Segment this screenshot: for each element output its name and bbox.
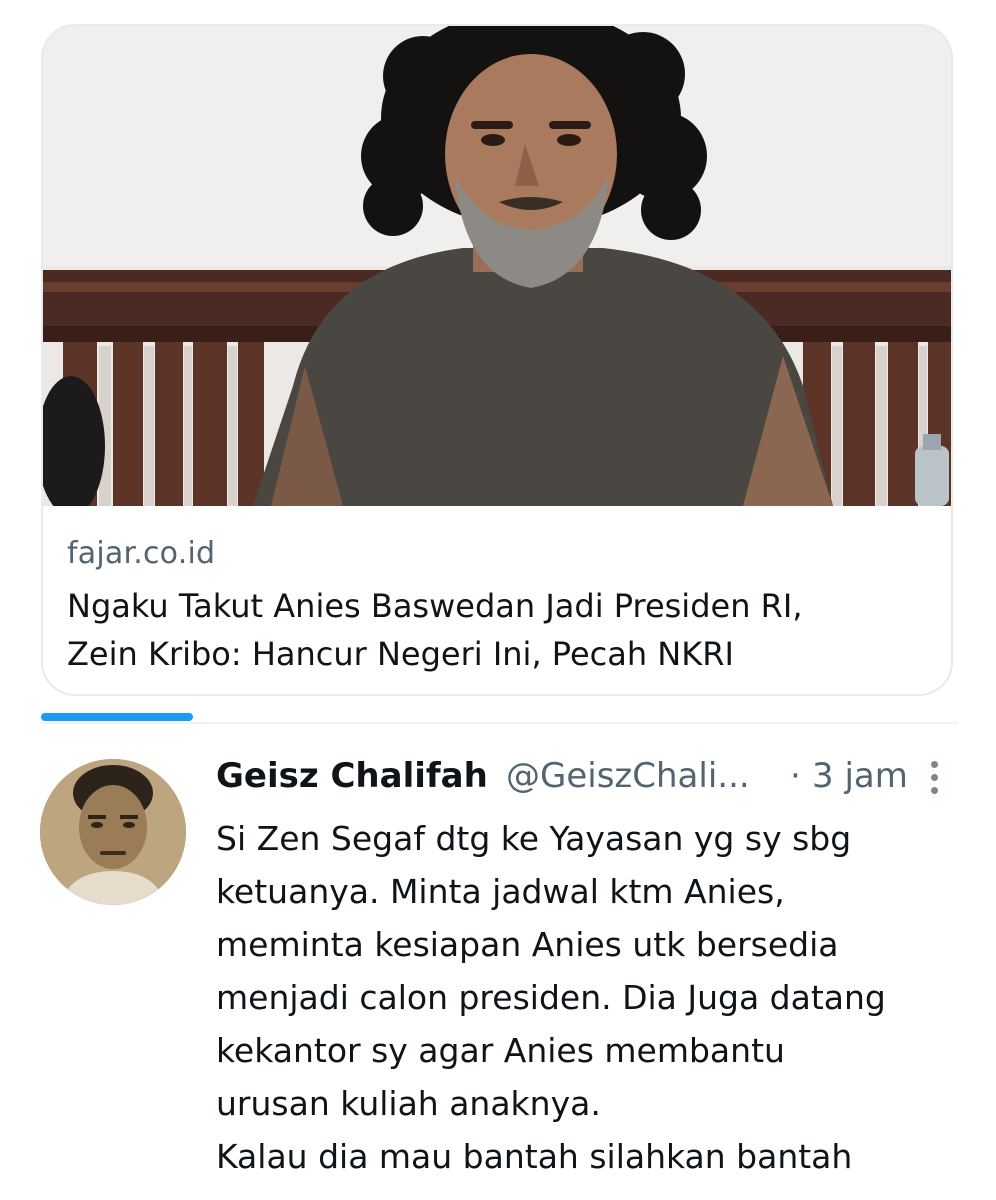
thread-indicator <box>41 713 193 721</box>
tweet-text-line: Si Zen Segaf dtg ke Yayasan yg sy sbg <box>216 819 852 858</box>
link-preview-meta: fajar.co.id Ngaku Takut Anies Baswedan J… <box>67 532 927 678</box>
tweet-text-line: Kalau dia mau bantah silahkan bantah <box>216 1137 853 1176</box>
preview-photo <box>43 26 951 506</box>
author-name[interactable]: Geisz Chalifah <box>216 754 488 798</box>
author-handle[interactable]: @GeiszChali... <box>506 754 750 798</box>
tweet-text-line: menjadi calon presiden. Dia Juga datang <box>216 978 886 1017</box>
tweet-text-line: urusan kuliah anaknya. <box>216 1084 601 1123</box>
tweet-timestamp[interactable]: 3 jam <box>812 754 908 798</box>
avatar-photo <box>40 759 186 905</box>
tweet-divider <box>41 722 958 724</box>
tweet-screenshot: fajar.co.id Ngaku Takut Anies Baswedan J… <box>0 0 996 1200</box>
link-domain: fajar.co.id <box>67 536 216 571</box>
tweet-text: Si Zen Segaf dtg ke Yayasan yg sy sbg ke… <box>216 812 966 1183</box>
tweet-header: Geisz Chalifah @GeiszChali... · 3 jam <box>216 754 956 806</box>
link-title: Ngaku Takut Anies Baswedan Jadi Presiden… <box>67 582 937 678</box>
more-vertical-icon[interactable] <box>924 758 944 798</box>
link-title-line: Zein Kribo: Hancur Negeri Ini, Pecah NKR… <box>67 635 734 673</box>
author-avatar[interactable] <box>40 759 186 905</box>
tweet-text-line: ketuanya. Minta jadwal ktm Anies, <box>216 872 785 911</box>
header-separator: · <box>790 756 801 796</box>
tweet-text-line: meminta kesiapan Anies utk bersedia <box>216 925 839 964</box>
link-preview-image[interactable] <box>43 26 951 506</box>
link-title-line: Ngaku Takut Anies Baswedan Jadi Presiden… <box>67 587 803 625</box>
tweet-text-line: kekantor sy agar Anies membantu <box>216 1031 785 1070</box>
link-preview-card[interactable]: fajar.co.id Ngaku Takut Anies Baswedan J… <box>41 24 953 696</box>
